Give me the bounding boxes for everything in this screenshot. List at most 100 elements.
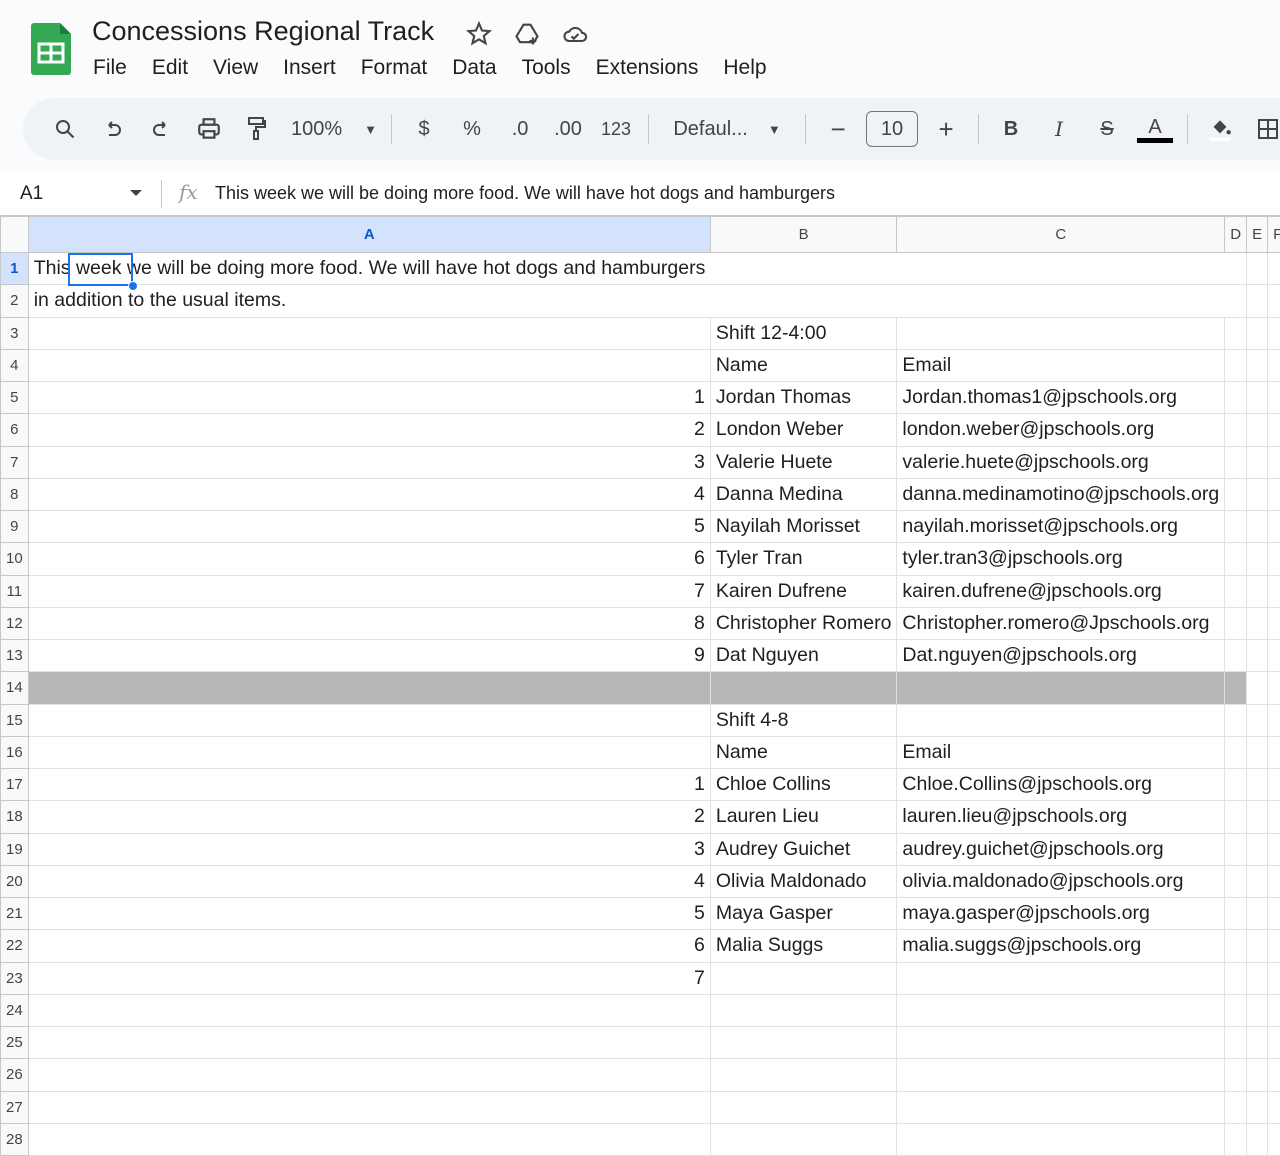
cell-empty[interactable]: [1267, 896, 1280, 931]
cell-empty[interactable]: [1224, 638, 1248, 673]
cell-empty[interactable]: [1246, 1122, 1269, 1156]
decrease-font-size-button[interactable]: −: [814, 109, 862, 149]
cell-b9[interactable]: Nayilah Morisset: [709, 509, 898, 544]
select-all-corner[interactable]: [0, 216, 29, 253]
cell-b7[interactable]: Valerie Huete: [709, 445, 898, 479]
cell-b20[interactable]: Olivia Maldonado: [709, 864, 898, 899]
cell-empty[interactable]: [1267, 542, 1280, 576]
cell-empty[interactable]: [1267, 1090, 1280, 1124]
cell-empty[interactable]: [1246, 284, 1269, 318]
cell-empty[interactable]: [1246, 1058, 1269, 1092]
row-header[interactable]: 22: [0, 929, 29, 963]
column-header-b[interactable]: B: [709, 216, 898, 253]
cell-empty[interactable]: [1224, 574, 1248, 608]
cell-empty[interactable]: [1224, 542, 1248, 576]
cell-a6[interactable]: 2: [27, 413, 711, 447]
row-header[interactable]: 9: [0, 509, 29, 544]
cell-empty[interactable]: [1246, 671, 1269, 705]
chevron-down-icon[interactable]: [130, 190, 142, 196]
cell-a7[interactable]: 3: [27, 445, 711, 479]
cell-empty[interactable]: [1224, 800, 1248, 834]
cell-b6[interactable]: London Weber: [709, 413, 898, 447]
cell-a27[interactable]: [27, 1090, 711, 1124]
cell-empty[interactable]: [1246, 929, 1269, 963]
cell-empty[interactable]: [1246, 316, 1269, 350]
percent-button[interactable]: %: [448, 109, 496, 149]
cell-empty[interactable]: [1246, 542, 1269, 576]
cell-empty[interactable]: [1267, 380, 1280, 415]
cell-empty[interactable]: [1246, 509, 1269, 544]
paint-format-icon[interactable]: [233, 109, 281, 149]
menu-view[interactable]: View: [213, 56, 258, 80]
cell-c22[interactable]: malia.suggs@jpschools.org: [896, 929, 1226, 963]
cell-empty[interactable]: [1267, 961, 1280, 995]
cell-b11[interactable]: Kairen Dufrene: [709, 574, 898, 608]
cell-empty[interactable]: [1246, 413, 1269, 447]
cell-c3[interactable]: [896, 316, 1226, 350]
cell-empty[interactable]: [1267, 993, 1280, 1028]
cell-empty[interactable]: [1267, 671, 1280, 705]
cell-empty[interactable]: [1246, 767, 1269, 802]
cell-empty[interactable]: [1267, 832, 1280, 866]
row-header[interactable]: 27: [0, 1090, 29, 1124]
cell-empty[interactable]: [1246, 993, 1269, 1028]
cell-c27[interactable]: [896, 1090, 1226, 1124]
increase-decimal-button[interactable]: .00: [544, 109, 592, 149]
bold-button[interactable]: B: [987, 109, 1035, 149]
cell-a5[interactable]: 1: [27, 380, 711, 415]
cell-c26[interactable]: [896, 1058, 1226, 1092]
cell-b21[interactable]: Maya Gasper: [709, 896, 898, 931]
redo-icon[interactable]: [137, 109, 185, 149]
cell-empty[interactable]: [1224, 477, 1248, 512]
cell-empty[interactable]: [1224, 348, 1248, 383]
italic-button[interactable]: I: [1035, 109, 1083, 149]
cell-empty[interactable]: [1246, 638, 1269, 673]
cell-empty[interactable]: [1224, 413, 1248, 447]
cell-c8[interactable]: danna.medinamotino@jpschools.org: [896, 477, 1226, 512]
cell-b3[interactable]: Shift 12-4:00: [709, 316, 898, 350]
cell-empty[interactable]: [1246, 380, 1269, 415]
cell-c2[interactable]: [896, 284, 1225, 318]
row-header[interactable]: 26: [0, 1058, 29, 1092]
cell-empty[interactable]: [1224, 993, 1248, 1028]
cell-a11[interactable]: 7: [27, 574, 711, 608]
cell-b27[interactable]: [709, 1090, 898, 1124]
cell-empty[interactable]: [1224, 703, 1248, 737]
cell-a3[interactable]: [27, 316, 711, 350]
row-header[interactable]: 23: [0, 961, 29, 995]
cell-empty[interactable]: [1246, 864, 1269, 899]
cell-c25[interactable]: [896, 1025, 1226, 1060]
row-header[interactable]: 5: [0, 380, 29, 415]
column-header-c[interactable]: C: [896, 216, 1226, 253]
cell-b18[interactable]: Lauren Lieu: [709, 800, 898, 834]
cell-empty[interactable]: [1267, 348, 1280, 383]
menu-edit[interactable]: Edit: [152, 56, 188, 80]
cell-c10[interactable]: tyler.tran3@jpschools.org: [896, 542, 1226, 576]
cell-empty[interactable]: [1224, 606, 1248, 641]
row-header[interactable]: 10: [0, 542, 29, 576]
cell-empty[interactable]: [1224, 735, 1248, 770]
cell-empty[interactable]: [1246, 1025, 1269, 1060]
cell-b14[interactable]: [709, 671, 898, 705]
menu-help[interactable]: Help: [723, 56, 766, 80]
fill-color-icon[interactable]: [1196, 109, 1244, 149]
cell-a8[interactable]: 4: [27, 477, 711, 512]
cell-a12[interactable]: 8: [27, 606, 711, 641]
cell-c19[interactable]: audrey.guichet@jpschools.org: [896, 832, 1226, 866]
cell-a21[interactable]: 5: [27, 896, 711, 931]
cell-a28[interactable]: [27, 1122, 711, 1156]
row-header[interactable]: 15: [0, 703, 29, 737]
cell-c9[interactable]: nayilah.morisset@jpschools.org: [896, 509, 1226, 544]
cell-empty[interactable]: [1246, 574, 1269, 608]
cell-empty[interactable]: [1267, 767, 1280, 802]
cell-empty[interactable]: [1224, 671, 1248, 705]
cell-a4[interactable]: [27, 348, 711, 383]
cell-empty[interactable]: [1267, 1058, 1280, 1092]
cell-empty[interactable]: [1246, 800, 1269, 834]
cell-empty[interactable]: [1224, 929, 1248, 963]
cell-b23[interactable]: [709, 961, 898, 995]
cell-empty[interactable]: [1267, 251, 1280, 286]
cell-c20[interactable]: olivia.maldonado@jpschools.org: [896, 864, 1226, 899]
menu-data[interactable]: Data: [452, 56, 496, 80]
cell-b22[interactable]: Malia Suggs: [709, 929, 898, 963]
